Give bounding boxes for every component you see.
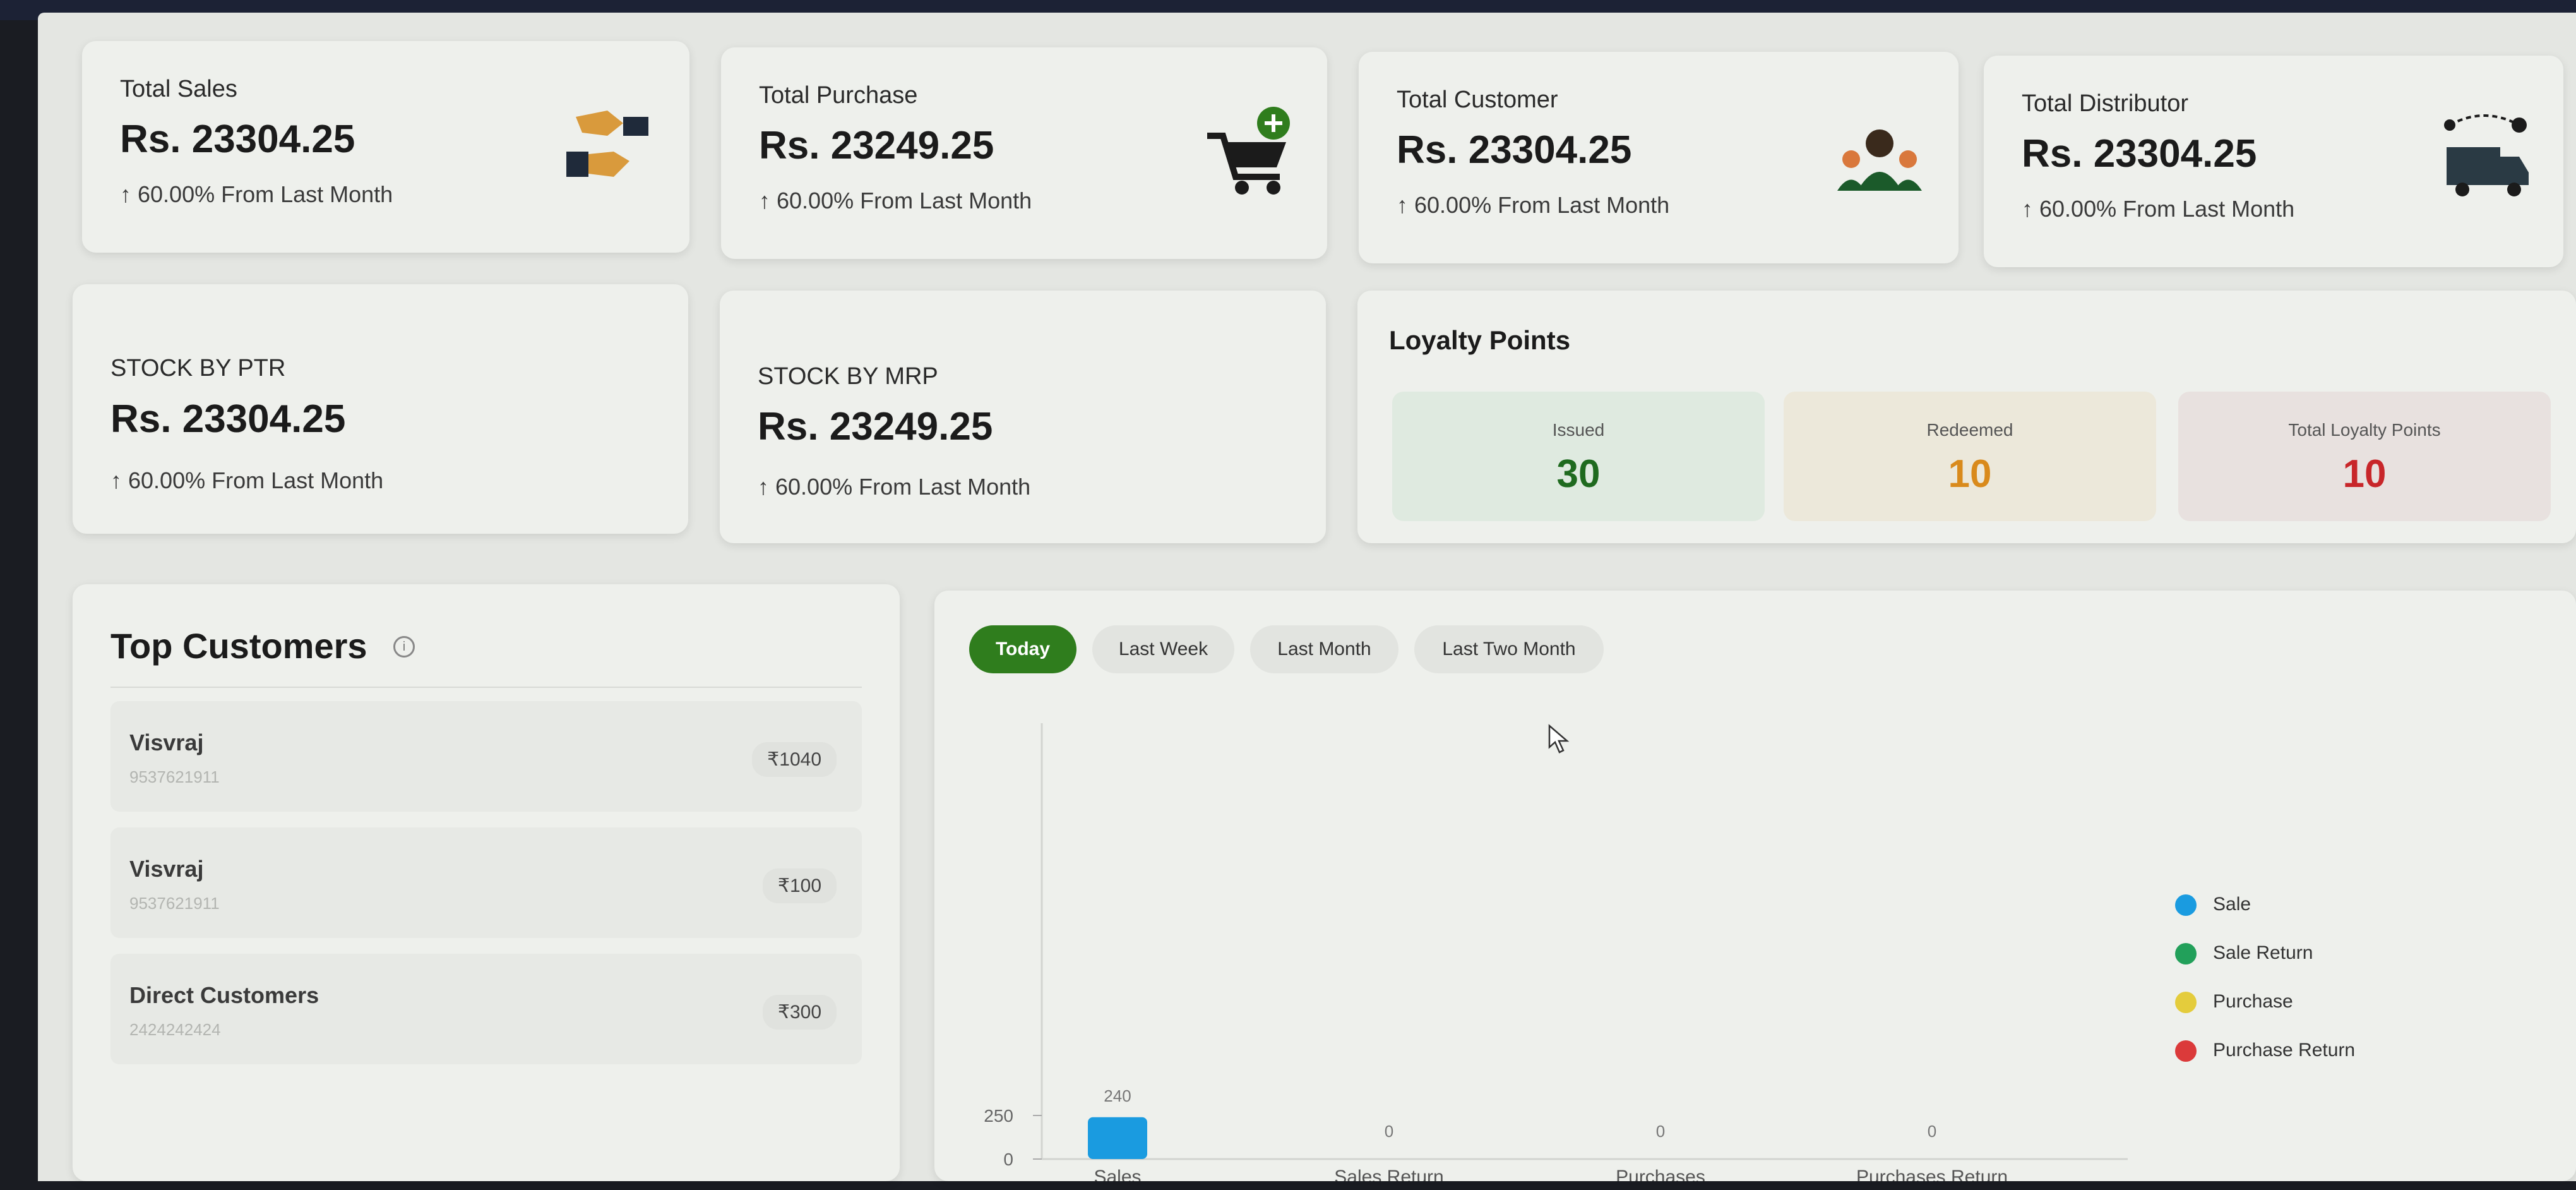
- stat-value: Rs. 23304.25: [120, 117, 355, 161]
- legend-dot: [2175, 894, 2197, 917]
- mouse-cursor-icon: [1548, 724, 1570, 754]
- customers-icon: [1832, 109, 1927, 203]
- legend-purchase[interactable]: Purchase: [2175, 991, 2293, 1014]
- loyalty-points-card: Loyalty Points Issued 30 Redeemed 10 Tot…: [1357, 291, 2576, 543]
- loyalty-redeemed-label: Redeemed: [1926, 420, 2013, 440]
- x-tick-label: Sales Return: [1334, 1167, 1443, 1181]
- stat-change: ↑ 60.00% From Last Month: [2022, 196, 2295, 222]
- stock-change: ↑ 60.00% From Last Month: [758, 474, 1031, 500]
- info-icon[interactable]: i: [393, 636, 415, 658]
- legend-label: Purchase Return: [2213, 1040, 2356, 1061]
- customer-amount-badge: ₹1040: [752, 742, 837, 777]
- data-label: 240: [1104, 1086, 1131, 1105]
- bar-chart: 0 250 240 Sales 0 Sales Return 0 Purchases 0 Purc…: [984, 723, 2128, 1181]
- stock-value: Rs. 23249.25: [758, 405, 993, 448]
- loyalty-total: Total Loyalty Points 10: [2178, 392, 2551, 521]
- stat-label: Total Distributor: [2022, 90, 2188, 117]
- customer-row[interactable]: Visvraj 9537621911 ₹1040: [110, 701, 862, 812]
- bar-sales: [1088, 1117, 1147, 1159]
- stat-card-total-customer: Total Customer Rs. 23304.25 ↑ 60.00% Fro…: [1359, 52, 1959, 263]
- y-tick-label: 250: [984, 1106, 1013, 1126]
- stat-change: ↑ 60.00% From Last Month: [120, 181, 393, 207]
- handshake-icon: [563, 98, 658, 193]
- cart-add-icon: [1201, 104, 1296, 199]
- loyalty-title: Loyalty Points: [1389, 325, 1571, 355]
- legend-sale[interactable]: Sale: [2175, 894, 2251, 917]
- y-tick-label: 0: [1003, 1150, 1013, 1169]
- delivery-truck-icon: [2437, 112, 2532, 207]
- data-label: 0: [1656, 1122, 1665, 1141]
- customer-row[interactable]: Visvraj 9537621911 ₹100: [110, 827, 862, 938]
- legend-label: Sale: [2213, 894, 2251, 915]
- legend-label: Purchase: [2213, 991, 2293, 1012]
- stat-value: Rs. 23304.25: [2022, 132, 2257, 176]
- customer-phone: 9537621911: [129, 767, 220, 786]
- legend-dot: [2175, 992, 2197, 1014]
- legend-dot: [2175, 1040, 2197, 1062]
- data-label: 0: [1385, 1122, 1393, 1141]
- stat-value: Rs. 23249.25: [759, 124, 994, 167]
- stat-label: Total Purchase: [759, 82, 918, 109]
- x-tick-label: Sales: [1094, 1167, 1141, 1181]
- customer-phone: 2424242424: [129, 1020, 221, 1039]
- legend-sale-return[interactable]: Sale Return: [2175, 942, 2313, 965]
- loyalty-redeemed: Redeemed 10: [1784, 392, 2156, 521]
- stock-card-mrp: STOCK BY MRP Rs. 23249.25 ↑ 60.00% From …: [720, 291, 1326, 543]
- stat-label: Total Sales: [120, 76, 237, 102]
- stock-label: STOCK BY MRP: [758, 363, 938, 390]
- customer-name: Visvraj: [129, 730, 204, 755]
- loyalty-redeemed-value: 10: [1948, 452, 1992, 496]
- stat-change: ↑ 60.00% From Last Month: [1397, 192, 1670, 218]
- divider: [110, 687, 862, 688]
- stat-card-total-purchase: Total Purchase Rs. 23249.25 ↑ 60.00% Fro…: [721, 47, 1327, 259]
- stock-value: Rs. 23304.25: [110, 397, 346, 441]
- loyalty-total-value: 10: [2342, 452, 2387, 496]
- loyalty-issued-label: Issued: [1552, 420, 1605, 440]
- customer-amount-badge: ₹300: [762, 995, 837, 1030]
- stat-value: Rs. 23304.25: [1397, 128, 1632, 172]
- stock-card-ptr: STOCK BY PTR Rs. 23304.25 ↑ 60.00% From …: [73, 284, 688, 534]
- chart-panel: Today Last Week Last Month Last Two Mont…: [934, 591, 2576, 1181]
- legend-purchase-return[interactable]: Purchase Return: [2175, 1040, 2355, 1062]
- top-customers-card: Top Customers i Visvraj 9537621911 ₹1040…: [73, 584, 900, 1181]
- loyalty-issued: Issued 30: [1392, 392, 1765, 521]
- stock-label: STOCK BY PTR: [110, 355, 286, 382]
- stat-card-total-distributor: Total Distributor Rs. 23304.25 ↑ 60.00% …: [1984, 56, 2563, 267]
- customer-name: Direct Customers: [129, 982, 319, 1008]
- legend-dot: [2175, 943, 2197, 965]
- customer-name: Visvraj: [129, 856, 204, 882]
- legend-label: Sale Return: [2213, 942, 2313, 963]
- customer-row[interactable]: Direct Customers 2424242424 ₹300: [110, 954, 862, 1064]
- stock-change: ↑ 60.00% From Last Month: [110, 467, 384, 493]
- dashboard: Total Sales Rs. 23304.25 ↑ 60.00% From L…: [38, 13, 2576, 1181]
- stat-card-total-sales: Total Sales Rs. 23304.25 ↑ 60.00% From L…: [82, 41, 689, 253]
- x-tick-label: Purchases: [1616, 1167, 1705, 1181]
- customer-amount-badge: ₹100: [762, 868, 837, 903]
- data-label: 0: [1928, 1122, 1936, 1141]
- top-customers-title: Top Customers: [110, 626, 367, 666]
- customer-phone: 9537621911: [129, 894, 220, 913]
- stat-label: Total Customer: [1397, 87, 1558, 113]
- loyalty-total-label: Total Loyalty Points: [2288, 420, 2441, 440]
- x-tick-label: Purchases Return: [1856, 1167, 2008, 1181]
- loyalty-issued-value: 30: [1556, 452, 1601, 496]
- stat-change: ↑ 60.00% From Last Month: [759, 188, 1032, 213]
